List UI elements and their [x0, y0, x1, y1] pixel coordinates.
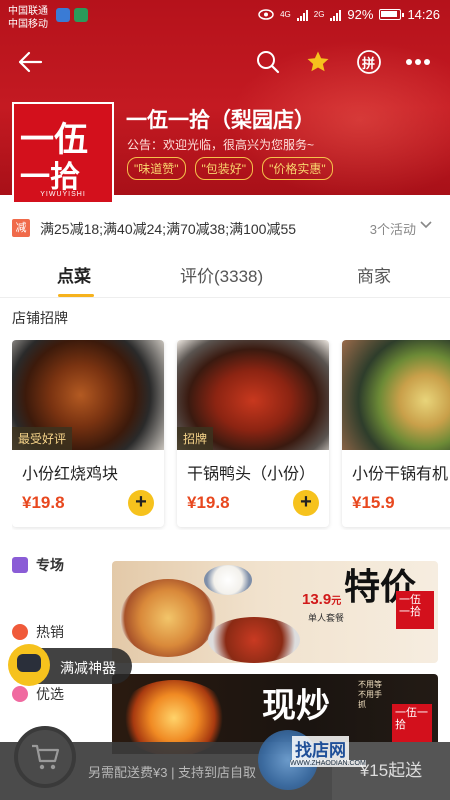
- category-label: 优选: [36, 686, 64, 702]
- more-button[interactable]: [402, 46, 434, 78]
- rice-bowl-photo: [204, 565, 252, 595]
- dish-photo: [120, 579, 216, 657]
- group-buy-button[interactable]: 拼: [353, 46, 385, 78]
- discount-helper-label: 满减神器: [60, 660, 116, 676]
- tab-merchant[interactable]: 商家: [357, 262, 391, 287]
- category-item-choice[interactable]: 优选: [12, 684, 64, 704]
- dish-price: ¥19.8: [22, 493, 65, 512]
- cart-bar: 另需配送费¥3 | 支持到店自取 ¥15起送: [0, 726, 450, 800]
- dish-name: 干锅鸭头（小份）: [187, 466, 316, 483]
- pin-label: 拼: [362, 56, 376, 71]
- category-item-special[interactable]: 专场: [12, 555, 64, 575]
- shop-tag: "包装好": [194, 157, 254, 180]
- category-label: 热销: [36, 624, 64, 640]
- back-arrow-icon: [18, 51, 43, 73]
- banner-price: 13.9元: [302, 591, 341, 608]
- discount-icon: 减: [12, 219, 30, 237]
- heart-icon: [12, 686, 28, 702]
- banner-logo: 一伍一拾: [392, 704, 432, 744]
- carrier-info: 中国联通 中国移动: [8, 5, 48, 31]
- clock: 14:26: [407, 7, 440, 22]
- bag-icon: [12, 557, 28, 573]
- network-type-1: 4G: [280, 10, 291, 19]
- shop-notice[interactable]: 公告：欢迎光临，很高兴为您服务~: [127, 136, 314, 153]
- status-bar: 中国联通 中国移动 4G 2G 92% 14:26: [0, 0, 450, 34]
- tab-bar: 点菜 评价(3338) 商家: [0, 250, 450, 298]
- gallery-notification-icon: [74, 8, 88, 22]
- battery-percent: 92%: [347, 7, 374, 22]
- watermark-text: 找店网: [292, 736, 349, 761]
- shop-logo: 一伍 一拾 YIWUYISHI: [12, 102, 114, 204]
- dish-image: [342, 340, 450, 450]
- search-button[interactable]: [252, 46, 284, 78]
- category-item-hot[interactable]: 热销: [12, 622, 64, 642]
- app-notification-icon: [56, 8, 70, 22]
- dish-card[interactable]: 招牌 干锅鸭头（小份） ¥19.8 +: [177, 340, 329, 527]
- cart-icon: [32, 744, 60, 770]
- star-icon: [307, 51, 329, 72]
- dish-badge: 招牌: [177, 427, 214, 450]
- add-to-cart-button[interactable]: +: [128, 490, 154, 516]
- banner-subtitle: 单人套餐: [308, 613, 345, 623]
- section-title: 店铺招牌: [12, 310, 68, 326]
- top-nav: 拼: [0, 40, 450, 84]
- promo-text: 满25减18;满40减24;满70减38;满100减55: [40, 221, 297, 237]
- search-icon: [257, 51, 280, 74]
- eye-icon: [258, 9, 274, 20]
- signature-dishes: 最受好评 小份红烧鸡块 ¥19.8 + 招牌 干锅鸭头（小份） ¥19.8 + …: [12, 340, 450, 530]
- dish-price: ¥19.8: [187, 493, 230, 512]
- signal-icon: [296, 9, 308, 21]
- banner-side-text: 不用等 不用手抓: [358, 680, 382, 709]
- tab-reviews[interactable]: 评价(3338): [180, 262, 263, 287]
- dish-badge: 最受好评: [12, 427, 73, 450]
- dish-card[interactable]: 最受好评 小份红烧鸡块 ¥19.8 +: [12, 340, 164, 527]
- cart-button[interactable]: [14, 726, 76, 788]
- carrier-1: 中国联通: [8, 6, 48, 17]
- favorite-button[interactable]: [302, 46, 334, 78]
- banner-price-value: 13.9: [302, 591, 332, 608]
- banner-headline: 现炒: [262, 686, 330, 726]
- logo-line-2: 一拾: [20, 160, 80, 195]
- battery-icon: [379, 9, 405, 20]
- dish-name: 小份红烧鸡块: [22, 466, 119, 483]
- add-to-cart-button[interactable]: +: [293, 490, 319, 516]
- shop-tag: "味道赞": [127, 157, 186, 180]
- shop-tag: "价格实惠": [262, 157, 333, 180]
- carrier-2: 中国移动: [8, 19, 48, 30]
- active-tab-indicator: [58, 294, 94, 297]
- signal-icon-2: [330, 9, 342, 21]
- watermark: 找店网 WWW.ZHAODIAN.COM: [258, 722, 366, 792]
- promo-bar[interactable]: 减 满25减18;满40减24;满70减38;满100减55 3个活动: [0, 210, 450, 244]
- shop-name: 一伍一拾（梨园店）: [126, 109, 315, 132]
- promo-count: 3个活动: [369, 222, 416, 237]
- dish-price: ¥15.9: [352, 493, 395, 512]
- notification-icons: [56, 8, 88, 22]
- shop-tags: "味道赞" "包装好" "价格实惠": [127, 157, 333, 180]
- banner-logo: 一伍一拾: [396, 591, 434, 629]
- dish-image: 最受好评: [12, 340, 164, 450]
- dish-photo: [208, 617, 300, 663]
- discount-helper-button[interactable]: 满减神器: [8, 644, 132, 686]
- delivery-info: 另需配送费¥3 | 支持到店自取: [88, 765, 257, 780]
- dish-name: 小份干锅有机: [352, 466, 449, 483]
- back-button[interactable]: [14, 46, 46, 78]
- dish-card[interactable]: 小份干锅有机 ¥15.9: [342, 340, 450, 527]
- watermark-url: WWW.ZHAODIAN.COM: [290, 760, 366, 767]
- more-icon: [406, 59, 430, 65]
- status-right: 4G 2G 92% 14:26: [258, 7, 440, 22]
- logo-tagline: YIWUYISHI: [40, 191, 86, 198]
- flame-icon: [12, 624, 28, 640]
- special-offer-banner[interactable]: 13.9元 单人套餐 特价 一伍一拾: [112, 561, 438, 663]
- network-type-2: 2G: [313, 10, 325, 19]
- tab-order[interactable]: 点菜: [57, 262, 91, 287]
- robot-icon: [8, 644, 50, 686]
- banner-price-unit: 元: [331, 596, 342, 607]
- category-label: 专场: [36, 557, 64, 573]
- dish-image: 招牌: [177, 340, 329, 450]
- chevron-down-icon: [420, 221, 432, 229]
